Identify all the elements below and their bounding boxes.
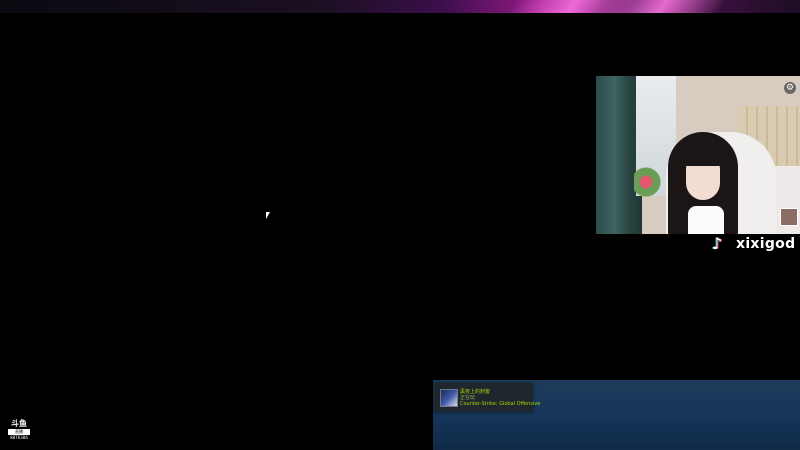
streamer-bangs: [684, 146, 722, 166]
streamer-username: xixigod: [736, 236, 796, 252]
notification-game: Counter-Strike: Global Offensive: [460, 401, 541, 407]
logo-text: 斗鱼: [11, 419, 27, 428]
streamer-shirt: [688, 206, 724, 234]
webcam-overlay: ⚙: [596, 76, 800, 234]
logo-room-id: 8876386: [10, 435, 28, 440]
banner-glow: [585, 0, 735, 13]
tiktok-icon: ♪ ♪ ♪: [711, 234, 724, 253]
friend-avatar: [440, 389, 458, 407]
flowers: [634, 166, 664, 206]
webcam-settings-icon[interactable]: ⚙: [784, 82, 796, 94]
streamer-tag: ♪ ♪ ♪ xixigod: [711, 234, 796, 253]
pip-thumbnail: [780, 208, 798, 226]
mouse-cursor-icon: [266, 212, 270, 219]
top-banner: [0, 0, 800, 13]
steam-notification[interactable]: 黑夜上的刺客 正在玩 Counter-Strike: Global Offens…: [434, 383, 540, 412]
douyu-logo: 斗鱼 直播 8876386: [7, 419, 31, 443]
